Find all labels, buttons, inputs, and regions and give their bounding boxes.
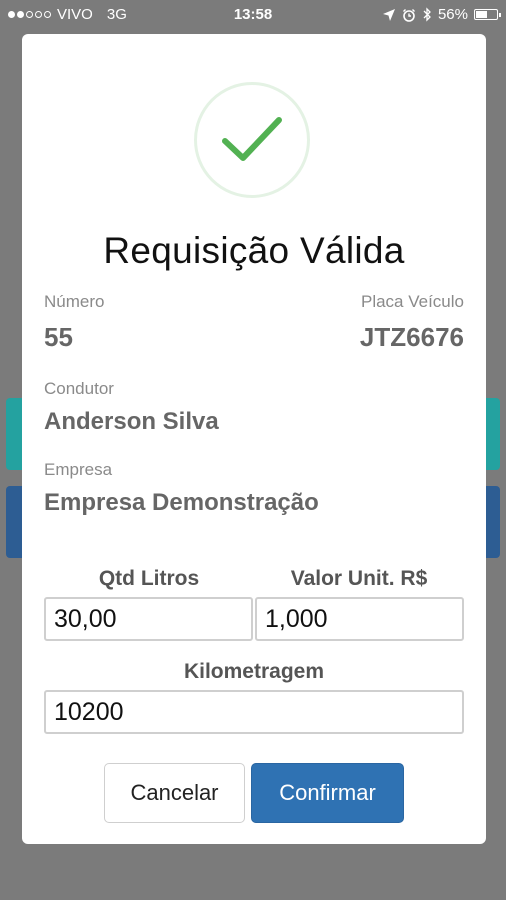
confirm-button[interactable]: Confirmar <box>251 763 404 823</box>
checkmark-icon <box>222 117 282 161</box>
litros-input[interactable] <box>44 597 253 641</box>
validation-modal: Requisição Válida Número 55 Placa Veícul… <box>22 34 486 844</box>
status-bar: VIVO 3G 13:58 56% <box>0 0 506 30</box>
cancel-button[interactable]: Cancelar <box>104 763 245 823</box>
status-right: 56% <box>382 6 501 23</box>
success-badge <box>194 82 310 198</box>
background-blue-button-edge <box>484 486 500 558</box>
modal-title: Requisição Válida <box>103 230 405 271</box>
empresa-value: Empresa Demonstração <box>44 489 319 516</box>
location-arrow-icon <box>382 8 395 21</box>
condutor-value: Anderson Silva <box>44 408 219 435</box>
bluetooth-icon <box>423 7 431 22</box>
background-blue-button-edge <box>6 486 22 558</box>
battery-icon <box>474 9 501 20</box>
valor-unit-input[interactable] <box>255 597 464 641</box>
battery-percent: 56% <box>437 6 468 23</box>
kilometragem-input[interactable] <box>44 690 464 734</box>
placa-label: Placa Veículo <box>360 292 464 311</box>
numero-label: Número <box>44 292 105 311</box>
numero-value: 55 <box>44 322 73 352</box>
condutor-label: Condutor <box>44 379 114 398</box>
kilometragem-label: Kilometragem <box>183 660 325 683</box>
placa-value: JTZ6676 <box>359 322 464 352</box>
empresa-label: Empresa <box>44 460 113 479</box>
litros-label: Qtd Litros <box>98 567 200 590</box>
background-teal-button-edge <box>6 398 22 470</box>
alarm-clock-icon <box>402 8 415 22</box>
background-teal-button-edge <box>484 398 500 470</box>
valor-unit-label: Valor Unit. R$ <box>290 567 428 590</box>
battery-level-fill <box>476 11 488 18</box>
